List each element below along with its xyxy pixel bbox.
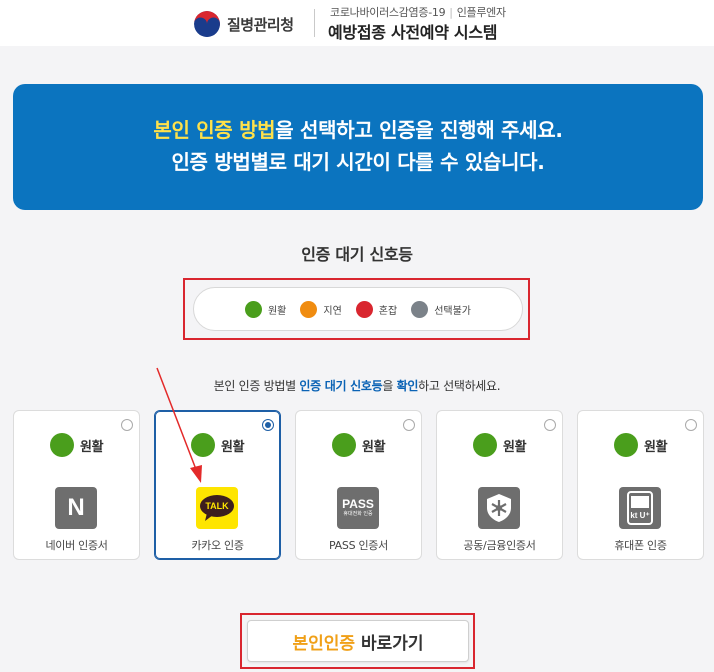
selection-instruction: 본인 인증 방법별 인증 대기 신호등을 확인하고 선택하세요. xyxy=(0,377,714,394)
status-indicator: 원활 xyxy=(614,433,668,457)
phone-icon-text: kt U⁺ xyxy=(630,511,650,520)
method-card-pass[interactable]: 원활 PASS 휴대전화 인증 PASS 인증서 xyxy=(295,410,422,560)
legend-delay: 지연 xyxy=(300,300,342,318)
site-header: 질병관리청 코로나바이러스감염증-19 | 인플루엔자 예방접종 사전예약 시스템 xyxy=(0,0,714,46)
signal-title: 인증 대기 신호등 xyxy=(301,245,413,264)
method-card-naver[interactable]: 원활 N 네이버 인증서 xyxy=(13,410,140,560)
method-card-phone[interactable]: 원활 kt U⁺ 휴대폰 인증 xyxy=(577,410,704,560)
status-label: 원활 xyxy=(221,439,245,455)
status-label: 원활 xyxy=(80,439,104,455)
legend-smooth: 원활 xyxy=(244,300,287,318)
signal-legend: 원활 지연 혼잡 선택불가 xyxy=(193,287,523,331)
method-label: 네이버 인증서 xyxy=(45,539,108,552)
legend-label: 원활 xyxy=(267,305,287,317)
kakao-icon-text: TALK xyxy=(205,501,229,511)
status-indicator: 원활 xyxy=(191,433,245,457)
banner-line-1-rest: 을 선택하고 인증을 진행해 주세요. xyxy=(275,118,563,142)
radio-button[interactable] xyxy=(544,419,556,431)
method-label: 공동/금융인증서 xyxy=(463,539,536,552)
green-dot-icon xyxy=(191,433,215,457)
pass-icon-text: PASS xyxy=(342,497,374,511)
naver-icon-letter: N xyxy=(67,494,85,521)
radio-button[interactable] xyxy=(685,419,697,431)
green-dot-icon xyxy=(50,433,74,457)
instruction-text: 하고 선택하세요. xyxy=(418,379,501,393)
guide-banner: 본인 인증 방법을 선택하고 인증을 진행해 주세요. 인증 방법별로 대기 시… xyxy=(13,84,703,210)
subtitle-covid: 코로나바이러스감염증-19 xyxy=(330,6,446,19)
verify-shortcut-button[interactable]: 본인인증 바로가기 xyxy=(247,620,469,662)
green-dot-icon xyxy=(614,433,638,457)
method-label: PASS 인증서 xyxy=(329,539,388,552)
taegeuk-logo-icon xyxy=(194,11,220,37)
agency-name: 질병관리청 xyxy=(227,15,294,34)
legend-label: 선택불가 xyxy=(434,305,472,317)
button-label: 바로가기 xyxy=(361,633,424,654)
radio-button[interactable] xyxy=(403,419,415,431)
status-indicator: 원활 xyxy=(473,433,527,457)
legend-congested: 혼잡 xyxy=(355,300,398,318)
status-indicator: 원활 xyxy=(50,433,104,457)
subtitle-separator: | xyxy=(449,6,453,19)
legend-label: 혼잡 xyxy=(378,305,398,317)
method-label: 카카오 인증 xyxy=(191,539,244,552)
gray-dot-icon xyxy=(411,300,429,318)
legend-label: 지연 xyxy=(323,305,342,317)
phone-icon: kt U⁺ xyxy=(619,487,661,529)
orange-dot-icon xyxy=(300,300,318,318)
status-label: 원활 xyxy=(644,439,668,455)
instruction-text: 을 xyxy=(382,379,397,393)
legend-unavailable: 선택불가 xyxy=(411,300,472,318)
green-dot-icon xyxy=(332,433,356,457)
naver-icon: N xyxy=(55,487,97,529)
method-card-kakao[interactable]: 원활 TALK 카카오 인증 xyxy=(154,410,281,560)
subtitle-influenza: 인플루엔자 xyxy=(456,6,506,19)
pass-icon: PASS 휴대전화 인증 xyxy=(337,487,379,529)
header-subtitle: 코로나바이러스감염증-19 | 인플루엔자 xyxy=(330,4,506,20)
certificate-icon xyxy=(478,487,520,529)
status-label: 원활 xyxy=(362,439,386,455)
status-indicator: 원활 xyxy=(332,433,386,457)
button-highlight: 본인인증 xyxy=(292,633,355,654)
header-divider xyxy=(314,9,315,37)
instruction-text: 본인 인증 방법별 xyxy=(213,379,300,393)
radio-button[interactable] xyxy=(121,419,133,431)
radio-button-selected[interactable] xyxy=(262,419,274,431)
agency-logo[interactable]: 질병관리청 xyxy=(194,9,294,39)
instruction-highlight-signal: 인증 대기 신호등 xyxy=(299,379,383,393)
instruction-highlight-check: 확인 xyxy=(396,379,419,393)
kakao-talk-icon: TALK xyxy=(196,487,238,529)
status-label: 원활 xyxy=(503,439,527,455)
banner-line-1: 본인 인증 방법을 선택하고 인증을 진행해 주세요. xyxy=(13,84,703,146)
shield-icon xyxy=(487,494,511,522)
banner-line-2: 인증 방법별로 대기 시간이 다를 수 있습니다. xyxy=(171,150,545,174)
banner-highlight: 본인 인증 방법 xyxy=(153,118,276,142)
red-dot-icon xyxy=(355,300,373,318)
green-dot-icon xyxy=(244,300,262,318)
method-label: 휴대폰 인증 xyxy=(614,539,667,552)
pass-icon-subtext: 휴대전화 인증 xyxy=(343,511,373,517)
method-card-certificate[interactable]: 원활 공동/금융인증서 xyxy=(436,410,563,560)
green-dot-icon xyxy=(473,433,497,457)
system-title: 예방접종 사전예약 시스템 xyxy=(328,23,498,42)
